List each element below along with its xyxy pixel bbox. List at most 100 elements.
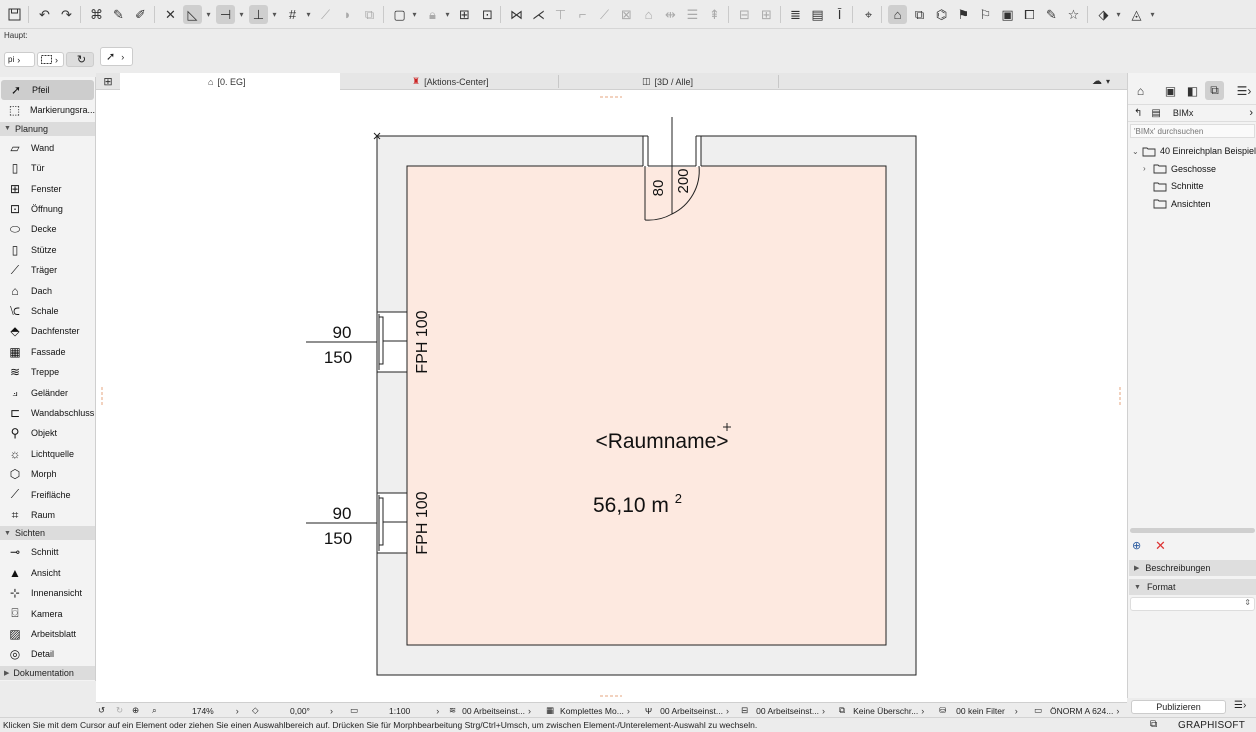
magic-wand-icon[interactable]: ⌘	[87, 5, 106, 24]
tab-action-center[interactable]: ♜ [Aktions-Center]	[340, 73, 558, 90]
syringe-icon[interactable]: ✐	[131, 5, 150, 24]
adjust-icon[interactable]: ⋌	[529, 5, 548, 24]
pen-set-selector[interactable]: Ψ 00 Arbeitseinst... ›	[645, 704, 729, 717]
fill-pattern-icon[interactable]: ▤	[808, 5, 827, 24]
tree-item[interactable]: Schnitte	[1143, 178, 1204, 194]
tool-freifläche[interactable]: ⟋ Freifläche	[0, 485, 95, 505]
tool-dach[interactable]: ⌂ Dach	[0, 281, 95, 301]
tool-kamera[interactable]: ⌼ Kamera	[0, 604, 95, 624]
window-icon[interactable]: ⧉	[1150, 719, 1157, 730]
toolbox-group-dokumentation[interactable]: ▶ Dokumentation	[0, 665, 95, 680]
tree-item[interactable]: Ansichten	[1143, 196, 1211, 212]
mirror-icon[interactable]: ⇹	[661, 5, 680, 24]
tool-lichtquelle[interactable]: ☼ Lichtquelle	[0, 444, 95, 464]
roof-trim-icon[interactable]: ⌂	[639, 5, 658, 24]
navigator-search-input[interactable]	[1130, 124, 1255, 138]
undo-zoom-icon[interactable]: ↺	[98, 704, 105, 717]
layer-combination-selector[interactable]: ≋ 00 Arbeitseinst... ›	[449, 704, 531, 717]
tool-wand[interactable]: ▱ Wand	[0, 138, 95, 158]
new-publisher-set-icon[interactable]: ⊕	[1132, 539, 1147, 553]
grid-icon[interactable]: #	[283, 5, 302, 24]
layer-box-dropdown-icon[interactable]: ▾	[410, 5, 419, 24]
tab-floor-plan[interactable]: ⌂ [0. EG]	[120, 73, 340, 90]
elevate-icon[interactable]: ⇞	[705, 5, 724, 24]
tool-fassade[interactable]: ▦ Fassade	[0, 342, 95, 362]
project-map-icon[interactable]: ⌂	[1131, 81, 1150, 100]
tool-objekt[interactable]: ⚲ Objekt	[0, 423, 95, 443]
distribute-icon[interactable]: ☰	[683, 5, 702, 24]
chevron-down-icon[interactable]: ⌄	[1132, 147, 1142, 156]
toolbox-group-planung[interactable]: ▼ Planung	[0, 121, 95, 136]
tool-öffnung[interactable]: ⊡ Öffnung	[0, 199, 95, 219]
structure-display-selector[interactable]: ▦ Komplettes Mo... ›	[546, 704, 630, 717]
tool-detail[interactable]: ◎ Detail	[0, 644, 95, 664]
zoom-in-icon[interactable]: ⊕	[132, 704, 139, 717]
tree-item[interactable]: ⌄ 40 Einreichplan Beispiel	[1132, 143, 1256, 159]
tool-treppe[interactable]: ≋ Treppe	[0, 362, 95, 382]
gravity-icon[interactable]: ⊥	[249, 5, 268, 24]
redo-icon[interactable]: ↷	[57, 5, 76, 24]
tool-stütze[interactable]: ▯ Stütze	[0, 240, 95, 260]
flag-icon[interactable]: ⚑	[954, 5, 973, 24]
tool-fenster[interactable]: ⊞ Fenster	[0, 179, 95, 199]
arrow-tool-selector[interactable]: ➚ ›	[100, 47, 133, 66]
tool-schnitt[interactable]: ⊸ Schnitt	[0, 542, 95, 562]
tool-geländer[interactable]: ⟓ Geländer	[0, 383, 95, 403]
gravity-dropdown-icon[interactable]: ▾	[270, 5, 279, 24]
lock-dropdown-icon[interactable]: ▾	[443, 5, 452, 24]
dimension-icon[interactable]: ⊞	[455, 5, 474, 24]
element-type-selector[interactable]: ›	[37, 52, 64, 67]
tool-ansicht[interactable]: ▲ Ansicht	[0, 563, 95, 583]
publish-button[interactable]: Publizieren	[1131, 700, 1226, 714]
bimcloud-icon[interactable]: ◬	[1127, 5, 1146, 24]
floor-plan-canvas[interactable]: 80 200 90 150 FPH 100 90 150 FPH 100 <Ra…	[96, 90, 1127, 702]
zoom-level[interactable]: 174% ›	[192, 704, 239, 717]
tool-arbeitsblatt[interactable]: ▨ Arbeitsblatt	[0, 624, 95, 644]
eyedropper-icon[interactable]: ✎	[109, 5, 128, 24]
tool-raum[interactable]: ⌗ Raum	[0, 505, 95, 525]
tool-morph[interactable]: ⬡ Morph	[0, 464, 95, 484]
bimcloud-dropdown-icon[interactable]: ▾	[1148, 5, 1157, 24]
navigator-menu-icon[interactable]: ☰›	[1233, 81, 1255, 100]
view-options-button[interactable]: ☁ ▾	[1092, 73, 1124, 90]
rotation-angle[interactable]: 0,00° ›	[290, 704, 333, 717]
markup-icon[interactable]: ✎	[1042, 5, 1061, 24]
chevron-right-icon[interactable]: ›	[1143, 164, 1153, 173]
trace-icon[interactable]: ⟋	[316, 5, 335, 24]
toolbox-group-sichten[interactable]: ▼ Sichten	[0, 526, 95, 541]
layer-box-icon[interactable]: ▢	[390, 5, 409, 24]
guide-lines-icon[interactable]: ◺	[183, 5, 202, 24]
explode-icon[interactable]: ⊠	[617, 5, 636, 24]
tool-schale[interactable]: ⟈ Schale	[0, 301, 95, 321]
section-beschreibungen[interactable]: ▶ Beschreibungen	[1129, 560, 1256, 576]
align-icon[interactable]: ⊤	[551, 5, 570, 24]
layer-stack-icon[interactable]: ≣	[786, 5, 805, 24]
undo-icon[interactable]: ↶	[35, 5, 54, 24]
split-icon[interactable]: ⟋	[595, 5, 614, 24]
tab-overview-button[interactable]: ⊞	[96, 73, 120, 90]
tool-markierungsra[interactable]: ⬚ Markierungsra...	[0, 100, 95, 120]
trace-swap-icon[interactable]: ◗	[338, 5, 357, 24]
model-view-options-selector[interactable]: ⊟ 00 Arbeitseinst... ›	[741, 704, 825, 717]
graphic-override-selector[interactable]: ⧉ Keine Überschr... ›	[839, 704, 924, 717]
layout-book-icon[interactable]: ◧	[1183, 81, 1202, 100]
snap-points-dropdown-icon[interactable]: ▾	[237, 5, 246, 24]
tool-innenansicht[interactable]: ⊹ Innenansicht	[0, 583, 95, 603]
teamwork-icon[interactable]: ⬗	[1094, 5, 1113, 24]
trace-compare-icon[interactable]: ⧉	[360, 5, 379, 24]
favorites-icon[interactable]: ☆	[1064, 5, 1083, 24]
tool-decke[interactable]: ⬭ Decke	[0, 219, 95, 239]
hotlink-update-icon[interactable]: ⊞	[757, 5, 776, 24]
view-map-icon[interactable]: ▣	[1161, 81, 1180, 100]
teamwork-dropdown-icon[interactable]: ▾	[1114, 5, 1123, 24]
save-icon[interactable]	[5, 5, 24, 24]
layer-selector[interactable]: pi ›	[4, 52, 35, 67]
tool-wandabschluss[interactable]: ⊏ Wandabschluss	[0, 403, 95, 423]
issue-icon[interactable]: ⚐	[976, 5, 995, 24]
publisher-icon[interactable]: ⌬	[932, 5, 951, 24]
tag-icon[interactable]: ⌖	[859, 5, 878, 24]
renovation-filter-selector[interactable]: ⛁ 00 kein Filter ›	[939, 704, 1018, 717]
tab-3d-window[interactable]: ◫ [3D / Alle]	[558, 73, 778, 90]
delete-icon[interactable]: ✕	[1155, 539, 1169, 553]
image-icon[interactable]: ▣	[998, 5, 1017, 24]
